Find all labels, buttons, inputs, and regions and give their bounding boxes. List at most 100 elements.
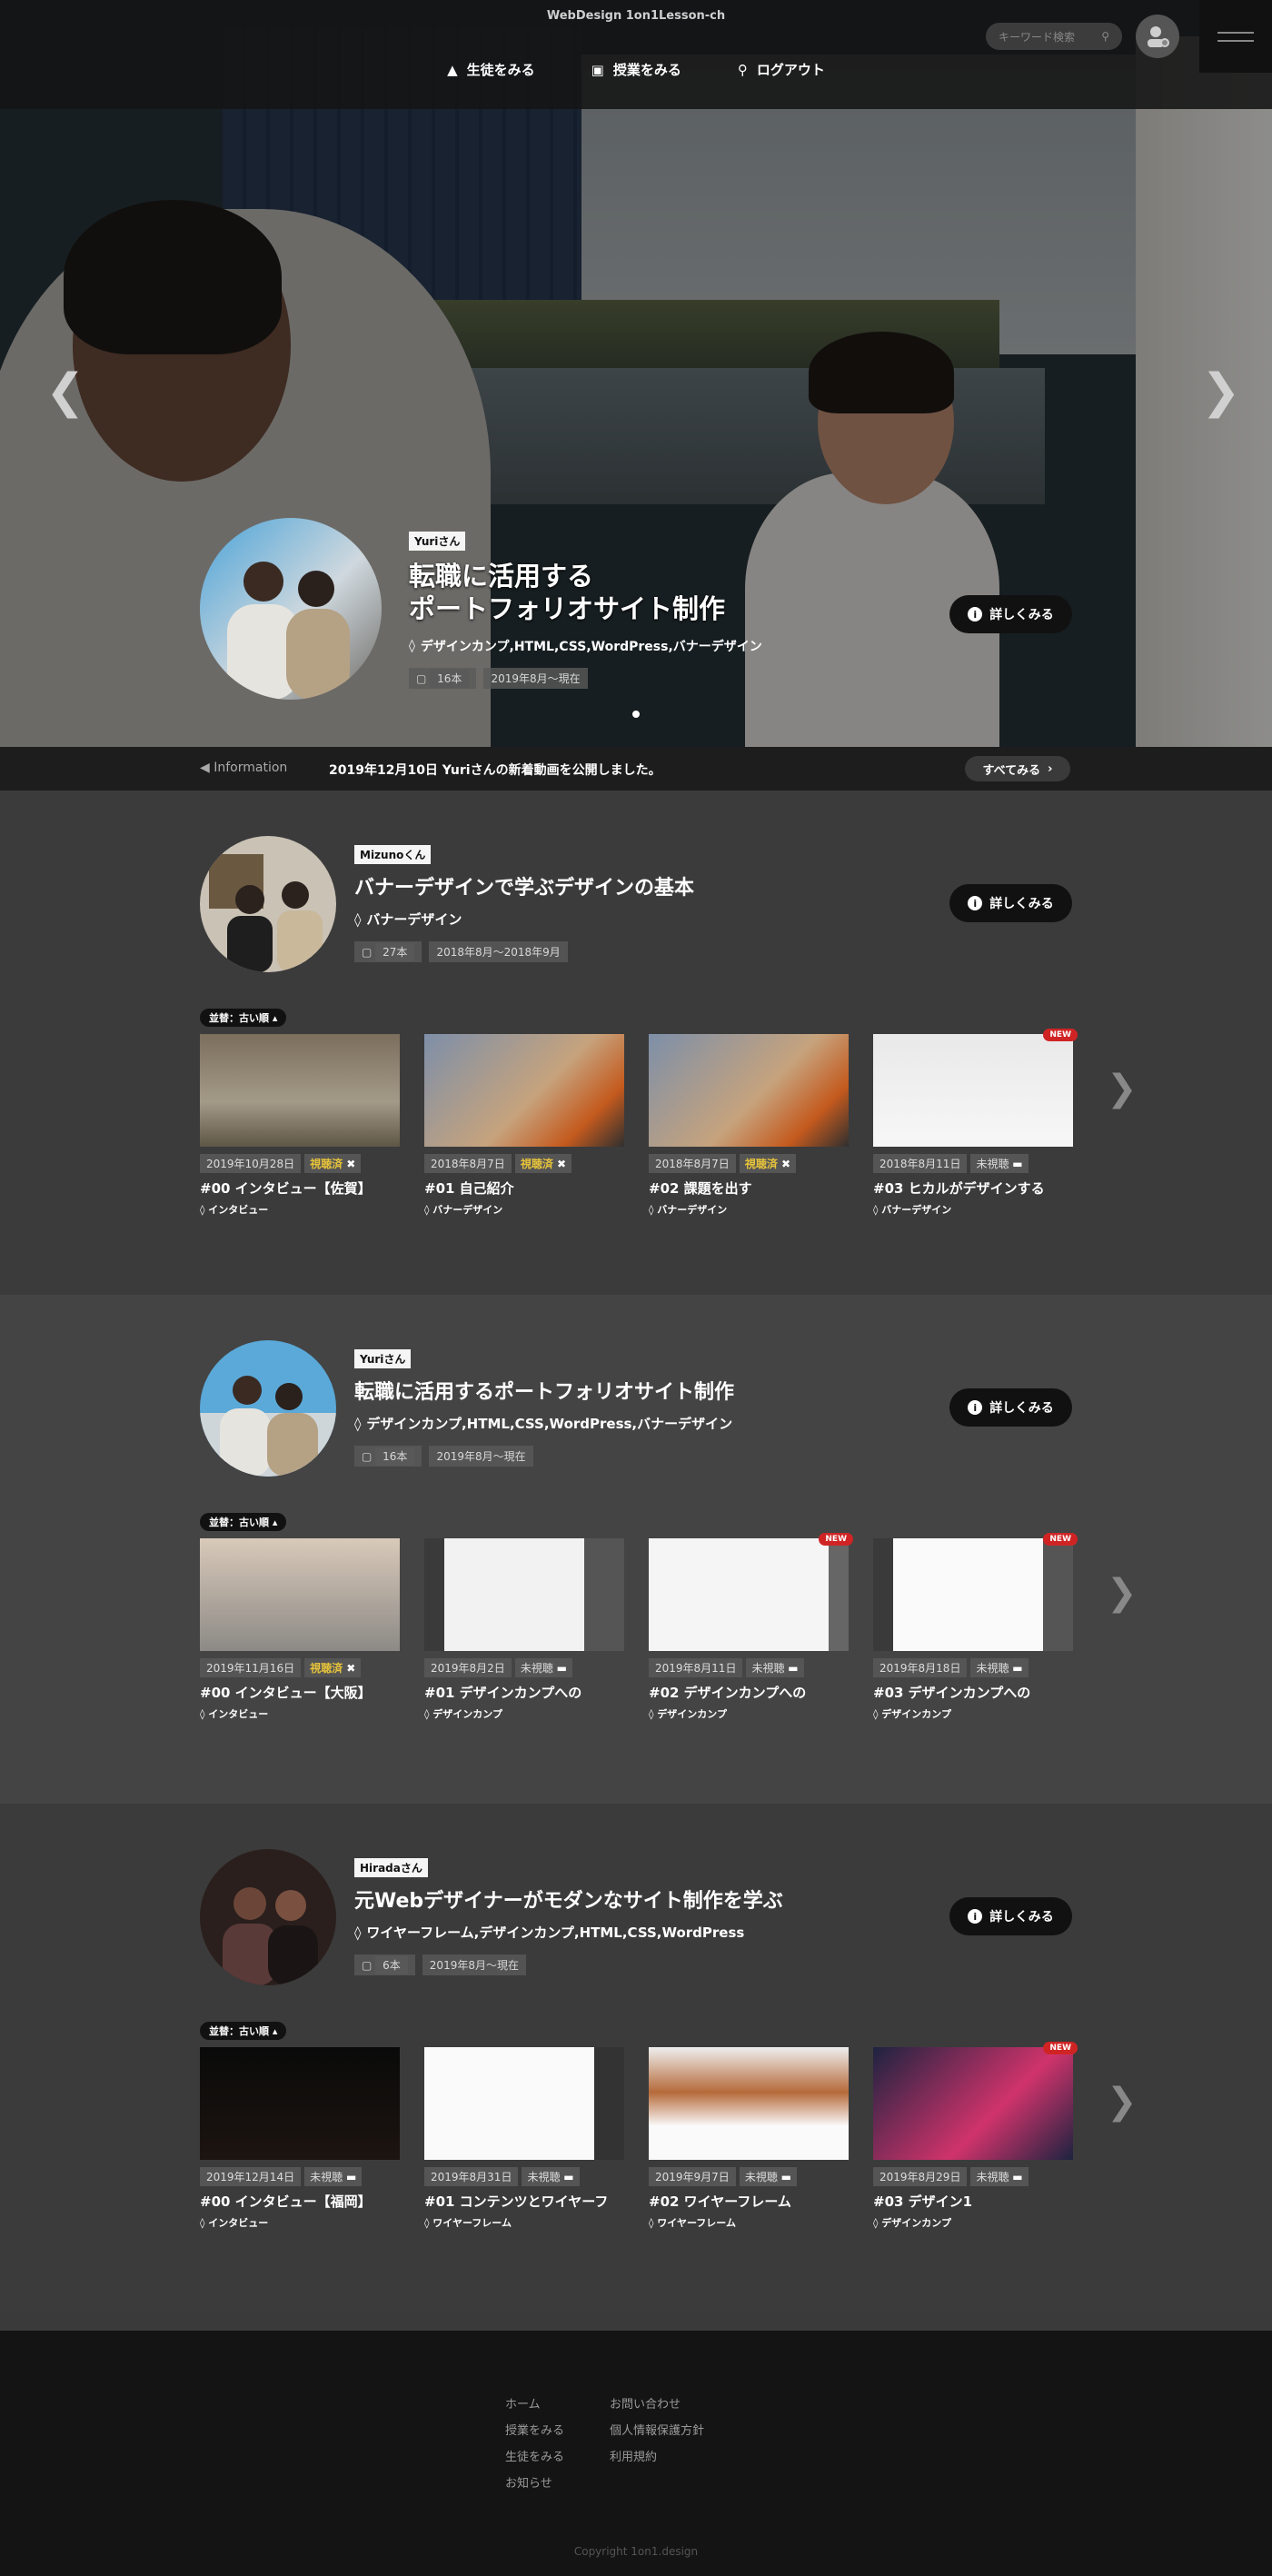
video-title[interactable]: #01 自己紹介 bbox=[424, 1179, 624, 1198]
footer-link-terms[interactable]: 利用規約 bbox=[610, 2447, 704, 2464]
video-tag-text: バナーデザイン bbox=[432, 1204, 503, 1216]
video-title[interactable]: #00 インタビュー【大阪】 bbox=[200, 1683, 400, 1702]
chevron-right-icon[interactable]: ❯ bbox=[1201, 368, 1241, 415]
tag-icon: ◊ bbox=[873, 1708, 879, 1720]
video-thumbnail[interactable] bbox=[873, 1538, 1073, 1651]
video-card[interactable]: 2019年12月14日 未視聴 ▬ #00 インタビュー【福岡】 ◊ インタビュー bbox=[200, 2047, 400, 2230]
video-card[interactable]: 2019年10月28日 視聴済 ✖ #00 インタビュー【佐賀】 ◊ インタビュー bbox=[200, 1034, 400, 1217]
video-thumbnail[interactable] bbox=[649, 2047, 849, 2160]
student-section: Hiradaさん 元Webデザイナーがモダンなサイト制作を学ぶ ◊ ワイヤーフレーム,… bbox=[0, 1804, 1272, 2312]
brand-title[interactable]: WebDesign 1on1Lesson-ch bbox=[0, 9, 1272, 23]
student-avatar[interactable] bbox=[200, 1340, 336, 1477]
avatar-photo bbox=[227, 562, 350, 700]
video-title[interactable]: #03 ヒカルがデザインする bbox=[873, 1179, 1073, 1198]
video-title[interactable]: #02 ワイヤーフレーム bbox=[649, 2192, 849, 2211]
video-title[interactable]: #01 コンテンツとワイヤーフ bbox=[424, 2192, 624, 2211]
section-title[interactable]: バナーデザインで学ぶデザインの基本 bbox=[354, 871, 918, 900]
chevron-right-icon[interactable]: ❯ bbox=[1107, 1572, 1138, 1614]
video-count: ▢ 16本 bbox=[354, 1446, 422, 1467]
watch-status: 未視聴 ▬ bbox=[739, 2167, 797, 2186]
video-card[interactable]: 2019年9月7日 未視聴 ▬ #02 ワイヤーフレーム ◊ ワイヤーフレーム bbox=[649, 2047, 849, 2230]
detail-button[interactable]: i 詳しくみる bbox=[949, 884, 1072, 922]
nav-logout[interactable]: ⚲ ログアウト bbox=[738, 60, 825, 79]
video-title[interactable]: #00 インタビュー【佐賀】 bbox=[200, 1179, 400, 1198]
period: 2019年8月〜現在 bbox=[429, 1446, 533, 1467]
chevron-right-icon[interactable]: ❯ bbox=[1107, 1068, 1138, 1109]
student-name-badge: Yuriさん bbox=[409, 532, 466, 551]
detail-label: 詳しくみる bbox=[989, 608, 1054, 622]
video-thumbnail[interactable] bbox=[873, 1034, 1073, 1147]
video-date: 2019年8月18日 bbox=[873, 1658, 968, 1677]
search-placeholder: キーワード検索 bbox=[999, 30, 1076, 44]
detail-button[interactable]: i 詳しくみる bbox=[949, 1897, 1072, 1935]
chevron-right-icon[interactable]: ❯ bbox=[1107, 2081, 1138, 2123]
watch-status-text: 未視聴 bbox=[520, 1662, 553, 1675]
student-avatar[interactable] bbox=[200, 1849, 336, 1985]
close-icon: ✖ bbox=[346, 1662, 356, 1675]
new-badge: NEW bbox=[819, 1533, 853, 1546]
video-thumbnail[interactable] bbox=[424, 2047, 624, 2160]
video-card[interactable]: 2019年11月16日 視聴済 ✖ #00 インタビュー【大阪】 ◊ インタビュー bbox=[200, 1538, 400, 1721]
sort-toggle[interactable]: 並替：古い順 ▴ bbox=[200, 1513, 287, 1531]
video-thumbnail[interactable] bbox=[200, 1538, 400, 1651]
detail-button[interactable]: i 詳しくみる bbox=[949, 1388, 1072, 1427]
video-count: ▢ 6本 bbox=[354, 1954, 415, 1975]
video-card[interactable]: NEW 2019年8月29日 未視聴 ▬ #03 デザイン1 ◊ デザインカンプ bbox=[873, 2042, 1078, 2230]
footer-link-contact[interactable]: お問い合わせ bbox=[610, 2394, 704, 2412]
video-card[interactable]: NEW 2018年8月11日 未視聴 ▬ #03 ヒカルがデザインする ◊ バナーデザイ… bbox=[873, 1029, 1078, 1217]
sort-toggle[interactable]: 並替：古い順 ▴ bbox=[200, 1009, 287, 1027]
video-title[interactable]: #03 デザイン1 bbox=[873, 2192, 1073, 2211]
section-title[interactable]: 転職に活用するポートフォリオサイト制作 bbox=[354, 1376, 918, 1405]
video-card[interactable]: 2018年8月7日 視聴済 ✖ #01 自己紹介 ◊ バナーデザイン bbox=[424, 1034, 624, 1217]
nav-students[interactable]: ▲ 生徒をみる bbox=[447, 60, 535, 79]
sort-label: 並替：古い順 bbox=[209, 2025, 269, 2037]
video-card[interactable]: 2019年8月31日 未視聴 ▬ #01 コンテンツとワイヤーフ ◊ ワイヤーフレーム bbox=[424, 2047, 624, 2230]
video-title[interactable]: #03 デザインカンプへの bbox=[873, 1683, 1073, 1702]
footer-link-lessons[interactable]: 授業をみる bbox=[505, 2421, 564, 2438]
watch-status-text: 未視聴 bbox=[310, 2171, 343, 2183]
video-tag-text: インタビュー bbox=[208, 1204, 269, 1216]
user-settings-icon[interactable] bbox=[1136, 15, 1179, 58]
video-card[interactable]: 2018年8月7日 視聴済 ✖ #02 課題を出す ◊ バナーデザイン bbox=[649, 1034, 849, 1217]
video-thumbnail[interactable] bbox=[649, 1034, 849, 1147]
tag-icon: ◊ bbox=[873, 1204, 879, 1216]
sort-toggle[interactable]: 並替：古い順 ▴ bbox=[200, 2022, 287, 2040]
footer-link-students[interactable]: 生徒をみる bbox=[505, 2447, 564, 2464]
video-thumbnail[interactable] bbox=[649, 1538, 849, 1651]
video-tag-text: インタビュー bbox=[208, 2217, 269, 2229]
video-title[interactable]: #02 デザインカンプへの bbox=[649, 1683, 849, 1702]
video-thumbnail[interactable] bbox=[200, 1034, 400, 1147]
video-card[interactable]: NEW 2019年8月11日 未視聴 ▬ #02 デザインカンプへの ◊ デザインカンプ bbox=[649, 1533, 853, 1721]
video-title[interactable]: #02 課題を出す bbox=[649, 1179, 849, 1198]
footer-link-home[interactable]: ホーム bbox=[505, 2394, 564, 2412]
video-thumbnail[interactable] bbox=[200, 2047, 400, 2160]
video-card[interactable]: 2019年8月2日 未視聴 ▬ #01 デザインカンプへの ◊ デザインカンプ bbox=[424, 1538, 624, 1721]
video-thumbnail[interactable] bbox=[873, 2047, 1073, 2160]
video-tag: ◊ バナーデザイン bbox=[424, 1202, 624, 1217]
video-title[interactable]: #00 インタビュー【福岡】 bbox=[200, 2192, 400, 2211]
information-message[interactable]: 2019年12月10日 Yuriさんの新着動画を公開しました。 bbox=[329, 761, 661, 779]
section-title[interactable]: 元Webデザイナーがモダンなサイト制作を学ぶ bbox=[354, 1885, 918, 1914]
video-title[interactable]: #01 デザインカンプへの bbox=[424, 1683, 624, 1702]
video-thumbnail[interactable] bbox=[424, 1034, 624, 1147]
video-thumbnail[interactable] bbox=[424, 1538, 624, 1651]
video-meta: 2019年11月16日 視聴済 ✖ bbox=[200, 1658, 400, 1677]
watch-status: 未視聴 ▬ bbox=[522, 2167, 580, 2186]
header: WebDesign 1on1Lesson-ch キーワード検索 ⚲ ▲ 生徒をみる … bbox=[0, 0, 1272, 109]
footer-link-privacy[interactable]: 個人情報保護方針 bbox=[610, 2421, 704, 2438]
chevron-left-icon[interactable]: ❮ bbox=[45, 368, 85, 415]
section-info: Mizunoくん バナーデザインで学ぶデザインの基本 ◊ バナーデザイン ▢ 27本 20… bbox=[354, 845, 918, 962]
video-card[interactable]: NEW 2019年8月18日 未視聴 ▬ #03 デザインカンプへの ◊ デザインカンプ bbox=[873, 1533, 1078, 1721]
hero-title: 転職に活用する ポートフォリオサイト制作 bbox=[409, 560, 954, 626]
video-meta: 2018年8月7日 視聴済 ✖ bbox=[424, 1154, 624, 1173]
nav-lessons[interactable]: ▣ 授業をみる bbox=[591, 60, 681, 79]
information-bar: ◀ Information 2019年12月10日 Yuriさんの新着動画を公開… bbox=[0, 747, 1272, 791]
student-avatar[interactable] bbox=[200, 836, 336, 972]
nav-lessons-label: 授業をみる bbox=[612, 62, 681, 78]
search-input[interactable]: キーワード検索 ⚲ bbox=[986, 23, 1122, 50]
watch-status-text: 未視聴 bbox=[527, 2171, 561, 2183]
hero-detail-button[interactable]: i 詳しくみる bbox=[949, 595, 1072, 633]
see-all-button[interactable]: すべてみる › bbox=[965, 756, 1070, 781]
slider-dot[interactable] bbox=[632, 711, 640, 718]
footer-link-news[interactable]: お知らせ bbox=[505, 2473, 564, 2491]
